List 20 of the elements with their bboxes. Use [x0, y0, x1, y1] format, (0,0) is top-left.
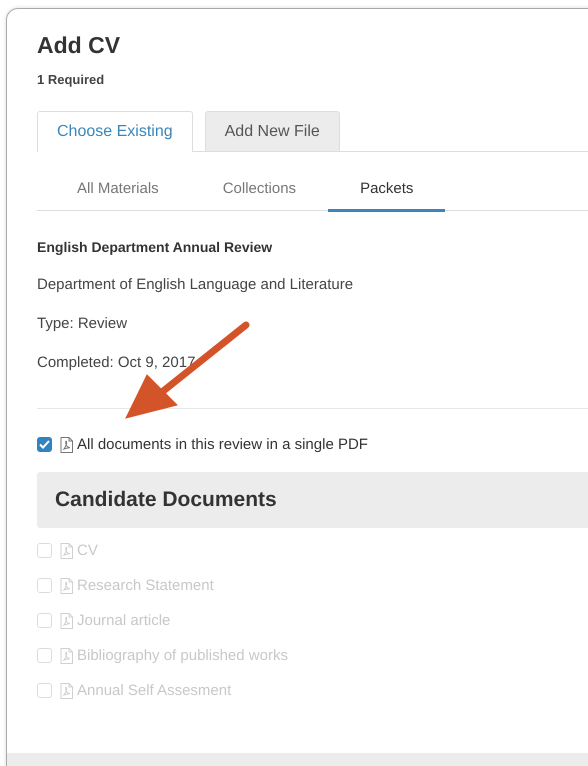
checkbox[interactable]: [37, 437, 52, 452]
checkbox-label: All documents in this review in a single PDF: [77, 436, 368, 453]
dialog-title: Add CV: [37, 31, 122, 60]
section-title: Candidate Documents: [55, 488, 277, 512]
required-count: 1 Required: [37, 71, 106, 89]
packet-title: English Department Annual Review: [37, 239, 274, 255]
packet-detail: Completed: Oct 9, 2017: [37, 353, 196, 372]
packet-detail: Department of English Language and Literature: [37, 275, 354, 294]
pdf-file-icon: [60, 436, 73, 452]
tab[interactable]: Collections: [190, 152, 328, 212]
pdf-file-icon: [60, 648, 73, 664]
packet-detail: Type: Review: [37, 314, 128, 333]
tab[interactable]: Add New File: [204, 111, 340, 151]
tab[interactable]: All Materials: [45, 152, 191, 212]
pdf-file-icon: [60, 542, 73, 558]
pdf-file-icon: [60, 612, 73, 628]
tab[interactable]: Choose Existing: [37, 111, 193, 152]
pdf-file-icon: [60, 578, 73, 594]
tab[interactable]: Packets: [328, 152, 446, 212]
pdf-file-icon: [60, 682, 73, 698]
